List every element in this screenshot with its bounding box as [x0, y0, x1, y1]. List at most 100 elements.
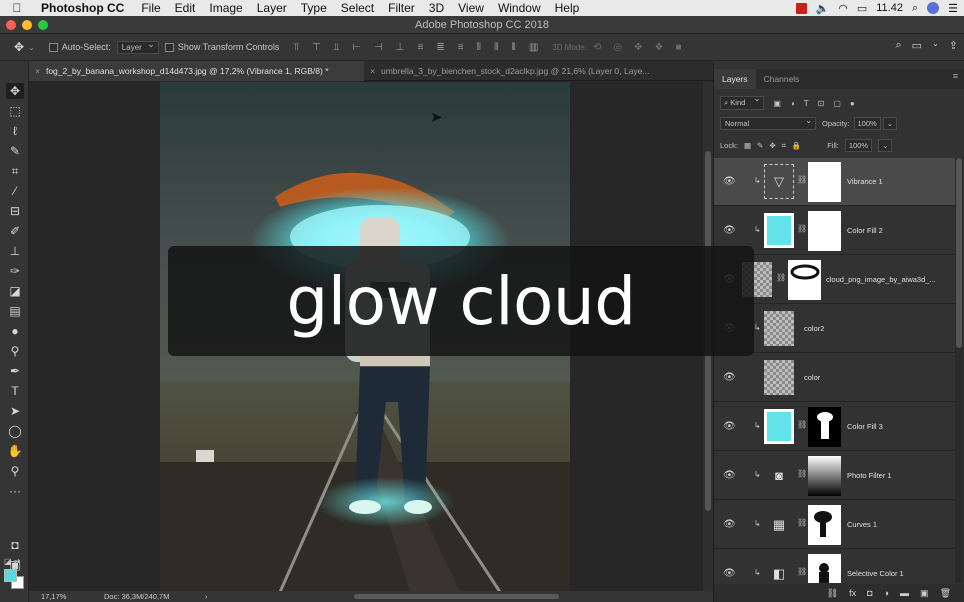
3d-scale-icon[interactable]: ■	[675, 42, 681, 53]
photo-filter-adjustment-icon[interactable]: ◙	[764, 458, 794, 493]
color-fill-thumbnail[interactable]	[764, 409, 794, 444]
zoom-tool-icon[interactable]: ⚲	[6, 463, 24, 479]
auto-align-icon[interactable]: ▥	[529, 42, 538, 53]
eye-icon[interactable]: 👁	[723, 470, 736, 481]
workspace-chevron-icon[interactable]: ⌄	[932, 39, 939, 52]
volume-icon[interactable]: 🔈	[816, 2, 830, 15]
delete-layer-icon[interactable]: 🗑	[940, 588, 951, 599]
close-tab-icon[interactable]: ×	[35, 66, 40, 76]
eye-icon[interactable]: 👁	[723, 421, 736, 432]
lock-image-icon[interactable]: ✎	[757, 141, 763, 150]
cloud-mask-thumbnail[interactable]	[788, 260, 821, 300]
tab-fog-document[interactable]: × fog_2_by_banana_workshop_d14d473.jpg @ …	[29, 61, 364, 81]
layer-style-icon[interactable]: fx	[849, 588, 856, 598]
align-right-icon[interactable]: ⊥	[396, 42, 405, 53]
link-icon[interactable]: ⛓	[797, 175, 807, 184]
eraser-tool-icon[interactable]: ◪	[6, 283, 24, 299]
align-vcenter-icon[interactable]: ⊤	[312, 42, 321, 53]
blur-tool-icon[interactable]: ●	[6, 323, 24, 339]
gradient-tool-icon[interactable]: ▤	[6, 303, 24, 319]
layer-row[interactable]: 👁 ↳ ◧ ⛓ Selective Color 1	[714, 550, 955, 583]
app-status-icon[interactable]	[795, 2, 807, 14]
layer-name[interactable]: Selective Color 1	[847, 569, 904, 578]
link-icon[interactable]: ⛓	[776, 273, 786, 282]
vibrance-adjustment-icon[interactable]: ▽	[764, 164, 794, 199]
type-tool-icon[interactable]: T	[6, 383, 24, 399]
menu-image[interactable]: Image	[202, 0, 249, 16]
move-tool-icon[interactable]: ✥	[14, 40, 24, 54]
fill-chevron-icon[interactable]: ⌄	[878, 139, 893, 152]
lock-all-icon[interactable]: 🔒	[792, 141, 801, 150]
quick-mask-icon[interactable]: ◘	[6, 537, 24, 553]
tab-layers[interactable]: Layers	[714, 69, 756, 89]
layer-name[interactable]: Vibrance 1	[847, 177, 883, 186]
menu-help[interactable]: Help	[548, 0, 587, 16]
add-mask-icon[interactable]: ◘	[867, 588, 872, 598]
filter-kind-dropdown[interactable]: ⌕ Kind	[720, 94, 765, 110]
healing-brush-tool-icon[interactable]: ⊟	[6, 203, 24, 219]
pen-tool-icon[interactable]: ✒	[6, 363, 24, 379]
clone-stamp-tool-icon[interactable]: ⊥	[6, 243, 24, 259]
layer-thumbnail[interactable]	[764, 311, 794, 346]
blend-mode-dropdown[interactable]: Normal	[720, 115, 816, 130]
opacity-input[interactable]: 100%	[853, 117, 881, 130]
panel-menu-icon[interactable]: ≡	[953, 71, 958, 81]
link-icon[interactable]: ⛓	[797, 518, 807, 527]
layer-mask-thumbnail[interactable]	[808, 407, 841, 447]
distribute-bottom-icon[interactable]: ≡	[458, 42, 464, 53]
scroll-thumb[interactable]	[956, 158, 962, 348]
layer-row[interactable]: 👁 color	[714, 354, 955, 402]
eye-icon[interactable]: 👁	[723, 568, 736, 579]
link-layers-icon[interactable]: ⛓	[827, 588, 838, 599]
layer-mask-thumbnail[interactable]	[808, 456, 841, 496]
align-left-icon[interactable]: ⊢	[352, 42, 361, 53]
align-bottom-icon[interactable]: ⫫	[334, 42, 340, 53]
layer-name[interactable]: Photo Filter 1	[847, 471, 892, 480]
spotlight-icon[interactable]: ⌕	[912, 2, 918, 15]
share-icon[interactable]: ⇪	[949, 39, 958, 52]
hand-tool-icon[interactable]: ✋	[6, 443, 24, 459]
brush-tool-icon[interactable]: ✐	[6, 223, 24, 239]
menu-app-name[interactable]: Photoshop CC	[34, 0, 134, 16]
align-top-icon[interactable]: ⫪	[293, 42, 299, 53]
lock-position-icon[interactable]: ✥	[769, 141, 775, 150]
auto-select-checkbox[interactable]	[48, 42, 58, 52]
layer-name[interactable]: Curves 1	[847, 520, 877, 529]
close-tab-icon[interactable]: ×	[370, 66, 375, 76]
show-transform-checkbox[interactable]	[164, 42, 174, 52]
eye-icon[interactable]: 👁	[723, 176, 736, 187]
link-icon[interactable]: ⛓	[797, 224, 807, 233]
layer-name[interactable]: color2	[804, 324, 824, 333]
align-hcenter-icon[interactable]: ⊣	[374, 42, 383, 53]
foreground-color-swatch[interactable]	[4, 569, 17, 582]
menu-type[interactable]: Type	[294, 0, 334, 16]
link-icon[interactable]: ⛓	[797, 420, 807, 429]
link-icon[interactable]: ⛓	[797, 567, 807, 576]
link-icon[interactable]: ⛓	[797, 469, 807, 478]
3d-drag-icon[interactable]: ✥	[634, 42, 642, 53]
fill-input[interactable]: 100%	[844, 139, 873, 152]
layer-mask-thumbnail[interactable]	[808, 505, 841, 545]
tool-preset-chevron-icon[interactable]: ⌄	[28, 43, 35, 52]
history-brush-tool-icon[interactable]: ✑	[6, 263, 24, 279]
auto-select-dropdown[interactable]: Layer	[116, 39, 159, 54]
filter-pixel-icon[interactable]: ▣	[773, 99, 781, 108]
3d-rotate-icon[interactable]: ⟲	[593, 42, 601, 53]
tab-umbrella-document[interactable]: × umbrella_3_by_bienchen_stock_d2aclkp.jp…	[364, 61, 694, 81]
workspace-icon[interactable]: ▭	[912, 39, 922, 52]
curves-adjustment-icon[interactable]: ▦	[764, 507, 794, 542]
marquee-tool-icon[interactable]: ⬚	[6, 103, 24, 119]
menu-filter[interactable]: Filter	[381, 0, 422, 16]
layer-row[interactable]: 👁 ↳ ◙ ⛓ Photo Filter 1	[714, 452, 955, 500]
layers-scrollbar[interactable]	[955, 158, 963, 583]
lock-artboard-icon[interactable]: ⌗	[782, 141, 786, 151]
menu-select[interactable]: Select	[334, 0, 381, 16]
crop-tool-icon[interactable]: ⌗	[6, 163, 24, 179]
filter-type-icon[interactable]: T	[804, 99, 809, 108]
status-menu-arrow[interactable]: ›	[205, 591, 208, 602]
notification-center-icon[interactable]: ☰	[948, 2, 958, 15]
eyedropper-tool-icon[interactable]: ⁄	[6, 183, 24, 199]
show-transform-option[interactable]: Show Transform Controls	[164, 42, 279, 52]
layer-name[interactable]: Color Fill 3	[847, 422, 883, 431]
layer-thumbnail[interactable]	[764, 360, 794, 395]
